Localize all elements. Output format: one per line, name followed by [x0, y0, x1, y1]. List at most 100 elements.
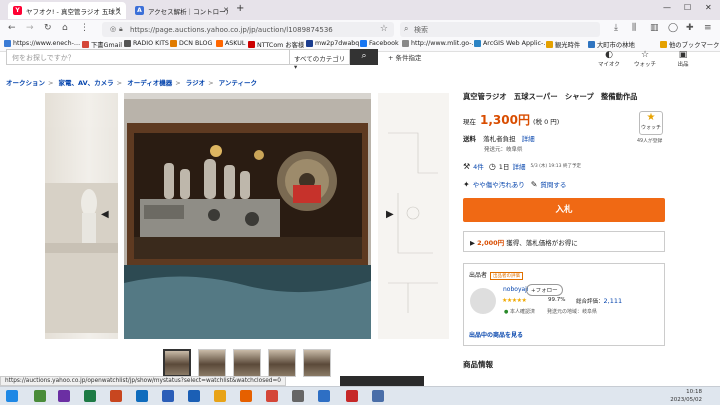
breadcrumb-link[interactable]: 家電、AV、カメラ	[59, 79, 114, 87]
bookmark-item[interactable]: DCN BLOG	[170, 40, 212, 47]
word-icon[interactable]	[188, 390, 200, 402]
sell-link[interactable]: ▣ 出品	[668, 50, 698, 68]
thumbnail-strip	[163, 349, 333, 379]
tab-title: ヤフオク! - 真空管ラジオ 五球スーパー	[26, 7, 121, 16]
breadcrumb-link[interactable]: アンティーク	[219, 79, 257, 87]
my-auction-link[interactable]: ◐ マイオク	[594, 50, 624, 68]
download-icon[interactable]: ⤓	[614, 23, 618, 33]
seller-items-link[interactable]: 出品中の商品を見る	[469, 330, 523, 339]
word-icon[interactable]	[162, 390, 174, 402]
item-title: 真空管ラジオ 五球スーパー シャープ 整備動作品	[463, 92, 638, 101]
follow-button[interactable]: +フォロー	[526, 284, 563, 296]
browser-search-field[interactable]: ⌕ 検索	[400, 22, 600, 37]
rating-total-link[interactable]: 2,111	[604, 297, 623, 305]
onenote-icon[interactable]	[58, 390, 70, 402]
app-icon[interactable]	[372, 390, 384, 402]
tab-access-analysis[interactable]: A アクセス解析｜コントロール… ✕	[130, 2, 234, 19]
bookmark-item[interactable]: http://www.mlit.go-…	[402, 40, 478, 47]
search-input[interactable]: 何をお探しですか？	[6, 49, 290, 65]
bookmark-item[interactable]: Facebook	[360, 40, 399, 47]
home-icon[interactable]: ⌂	[62, 23, 68, 33]
bookmark-item[interactable]: NTTCom お客様	[248, 40, 304, 49]
lock-icon[interactable]: 🔒︎	[119, 25, 123, 34]
app-icon[interactable]	[34, 390, 46, 402]
bookmark-item[interactable]: RADIO KITS	[124, 40, 169, 47]
tracking-shield-icon[interactable]: ◎	[110, 25, 116, 33]
powerpoint-icon[interactable]	[110, 390, 122, 402]
extensions-icon[interactable]: ⋮	[80, 23, 89, 33]
close-tab-icon[interactable]: ✕	[115, 6, 121, 14]
clock-icon: ◷	[488, 161, 496, 171]
shipping-detail-link[interactable]: 詳細	[522, 135, 535, 143]
radio-icon	[124, 40, 131, 47]
library-icon[interactable]: ⫼	[632, 23, 636, 33]
avatar[interactable]	[470, 288, 496, 314]
breadcrumb-link[interactable]: オーディオ機器	[127, 79, 172, 87]
bids-link[interactable]: 4件	[473, 161, 484, 171]
question-link[interactable]: 質問する	[540, 179, 566, 189]
shipping-row: 送料 落札者負担 詳細	[463, 133, 535, 143]
extension-puzzle-icon[interactable]: ✚	[686, 23, 694, 33]
reload-icon[interactable]: ↻	[44, 23, 52, 33]
person-icon: ◐	[605, 50, 613, 60]
condition-link[interactable]: やや傷や汚れあり	[473, 179, 525, 189]
app-icon[interactable]	[292, 390, 304, 402]
bookmark-item[interactable]: 下書Gmail	[82, 40, 122, 49]
bookmark-item[interactable]: 大町市の林地	[588, 40, 635, 49]
status-url: https://auctions.yahoo.co.jp/openwatchli…	[0, 376, 287, 386]
bookmark-star-icon[interactable]: ☆	[380, 24, 388, 34]
condition-link[interactable]: + 条件指定	[388, 52, 422, 62]
window-close-icon[interactable]: ✕	[705, 3, 712, 12]
folder-icon	[546, 41, 553, 48]
watch-list-link[interactable]: ☆ ウォッチ	[630, 50, 660, 68]
system-clock[interactable]: 10:18 2023/05/02	[670, 388, 702, 404]
bookmark-item[interactable]: ArcGIS Web Applic-…	[474, 40, 550, 47]
menu-icon[interactable]: ≡	[704, 23, 712, 33]
new-tab-icon[interactable]: +	[236, 3, 244, 14]
app-icon[interactable]	[318, 390, 330, 402]
address-text: https://page.auctions.yahoo.co.jp/jp/auc…	[130, 25, 333, 34]
chevron-right-icon[interactable]: ▶	[386, 209, 394, 220]
search-icon: ⌕	[361, 51, 367, 61]
start-icon[interactable]	[6, 390, 18, 402]
category-select[interactable]: すべてのカテゴリ ▾	[290, 49, 350, 71]
thumbnail[interactable]	[303, 349, 331, 377]
outlook-icon[interactable]	[136, 390, 148, 402]
address-bar[interactable]: ◎ 🔒︎ https://page.auctions.yahoo.co.jp/j…	[102, 22, 394, 37]
bookmark-item[interactable]: 観光時件	[546, 40, 580, 49]
seller-name-link[interactable]: noboyaji	[503, 286, 529, 293]
other-bookmarks[interactable]: 他のブックマーク	[660, 40, 719, 49]
bid-button[interactable]: 入札	[463, 198, 665, 222]
thumbnail[interactable]	[233, 349, 261, 377]
browser-search-placeholder: 検索	[414, 25, 428, 34]
sidebar-icon[interactable]: ▥	[650, 23, 659, 33]
account-icon[interactable]: ◯	[668, 23, 678, 33]
breadcrumb-link[interactable]: ラジオ	[186, 79, 205, 87]
time-detail-link[interactable]: 詳細	[512, 161, 525, 171]
acrobat-icon[interactable]	[346, 390, 358, 402]
back-icon[interactable]: ←	[8, 23, 16, 33]
chevron-left-icon[interactable]: ◀	[101, 209, 109, 220]
coupon-banner[interactable]: ▶ 2,000円 獲得、落札価格がお得に	[463, 231, 665, 252]
forward-icon[interactable]: →	[26, 23, 34, 33]
thumbnail[interactable]	[268, 349, 296, 377]
chrome-icon[interactable]	[214, 390, 226, 402]
bookmark-item[interactable]: mw2p7dwabq	[306, 40, 359, 47]
shipping-origin: 発送元：岐阜県	[484, 147, 523, 153]
bookmark-item[interactable]: ASKUL	[216, 40, 245, 47]
current-price: 1,300円	[480, 113, 530, 127]
thumbnail[interactable]	[198, 349, 226, 377]
close-tab-icon[interactable]: ✕	[223, 6, 229, 14]
excel-icon[interactable]	[84, 390, 96, 402]
thumbnail[interactable]	[163, 349, 191, 377]
browser-nav-bar: ← → ↻ ⌂ ⋮ ◎ 🔒︎ https://page.auctions.yah…	[0, 20, 720, 39]
breadcrumb-link[interactable]: オークション	[6, 79, 45, 87]
watch-button[interactable]: ★ ウォッチ	[639, 111, 663, 135]
tab-yahoo-auction[interactable]: Y ヤフオク! - 真空管ラジオ 五球スーパー ✕	[8, 2, 126, 19]
minimize-icon[interactable]: —	[663, 3, 671, 12]
search-button[interactable]: ⌕	[350, 49, 378, 65]
bookmark-item[interactable]: https://www.enech-…	[4, 40, 80, 47]
maximize-icon[interactable]: ☐	[684, 3, 691, 12]
app-icon[interactable]	[266, 390, 278, 402]
firefox-icon[interactable]	[240, 390, 252, 402]
